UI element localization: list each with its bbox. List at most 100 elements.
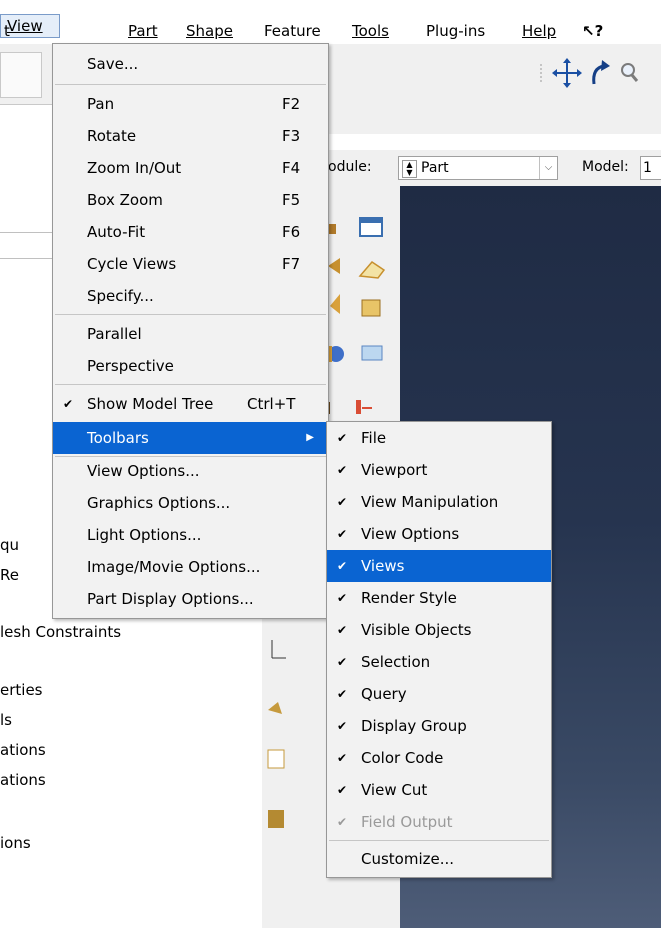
toolbar-item-color-code[interactable]: ✔ Color Code (327, 742, 551, 774)
menu-help[interactable]: Help (522, 20, 556, 42)
toolbar-item-query[interactable]: ✔ Query (327, 678, 551, 710)
tree-item[interactable]: lesh Constraints (0, 623, 121, 641)
tree-item[interactable]: Re (0, 566, 19, 584)
divider (0, 258, 52, 259)
checkmark-icon: ✔ (337, 495, 348, 509)
whats-this-button[interactable]: ↖? (582, 20, 603, 42)
checkmark-icon: ✔ (337, 751, 348, 765)
cut-icon[interactable] (268, 810, 284, 828)
menu-item-zoom[interactable]: Zoom In/Out F4 (53, 152, 328, 184)
module-select[interactable]: ▲ ▼ Part ⌵ (398, 156, 558, 180)
submenu-arrow-icon: ▶ (306, 432, 314, 443)
menu-item-show-model-tree[interactable]: ✔ Show Model Tree Ctrl+T (53, 388, 328, 420)
menu-item-rotate[interactable]: Rotate F3 (53, 120, 328, 152)
menu-item-perspective[interactable]: Perspective (53, 350, 328, 382)
menu-item-parallel[interactable]: Parallel (53, 318, 328, 350)
axis-icon[interactable] (271, 640, 286, 659)
menu-item-shortcut: F3 (282, 127, 301, 145)
toolbar-item-field-output: ✔ Field Output (327, 806, 551, 838)
menu-item-label: Render Style (361, 589, 457, 607)
mirror-icon[interactable] (361, 345, 383, 361)
menu-item-label: Toolbars (87, 429, 149, 447)
tree-item[interactable]: ions (0, 834, 31, 852)
toolbar-item-view-manipulation[interactable]: ✔ View Manipulation (327, 486, 551, 518)
toolbar-item-render-style[interactable]: ✔ Render Style (327, 582, 551, 614)
tree-item[interactable]: ations (0, 741, 46, 759)
toolbar-item-display-group[interactable]: ✔ Display Group (327, 710, 551, 742)
revolve-solid-icon[interactable] (330, 294, 340, 314)
model-select[interactable]: 1 (640, 156, 661, 180)
rotate-icon[interactable] (592, 60, 610, 85)
menu-item-part-display-options[interactable]: Part Display Options... (53, 583, 328, 615)
checkmark-icon: ✔ (337, 687, 348, 701)
menu-item-pan[interactable]: Pan F2 (53, 88, 328, 120)
zoom-icon[interactable] (621, 63, 639, 82)
menu-plugins[interactable]: Plug-ins (426, 20, 485, 42)
menu-item-toolbars[interactable]: Toolbars ▶ (53, 422, 328, 454)
datum-icon[interactable] (356, 400, 372, 414)
checkmark-icon: ✔ (337, 527, 348, 541)
menu-item-view-options[interactable]: View Options... (53, 455, 328, 487)
menu-item-shortcut: F5 (282, 191, 301, 209)
checkmark-icon: ✔ (63, 397, 74, 411)
menu-item-specify[interactable]: Specify... (53, 280, 328, 312)
toolbar-item-visible-objects[interactable]: ✔ Visible Objects (327, 614, 551, 646)
menu-tools[interactable]: Tools (352, 20, 389, 42)
module-spin-icon[interactable]: ▲ ▼ (402, 160, 417, 178)
menu-separator (55, 384, 326, 385)
side-icons (267, 640, 286, 828)
module-value: Part (421, 160, 449, 176)
wire-icon[interactable] (268, 702, 282, 714)
menu-separator (55, 314, 326, 315)
checkmark-icon: ✔ (337, 559, 348, 573)
menu-separator (329, 840, 549, 841)
sweep-shell-icon[interactable] (361, 299, 381, 317)
menu-item-graphics-options[interactable]: Graphics Options... (53, 487, 328, 519)
extrude-solid-icon[interactable] (328, 258, 340, 274)
chevron-down-icon[interactable]: ⌵ (539, 157, 557, 179)
toolbar-item-customize[interactable]: Customize... (327, 843, 551, 875)
menu-shape[interactable]: Shape (186, 20, 233, 42)
menu-help-label: Help (522, 22, 557, 40)
menu-item-cycle-views[interactable]: Cycle Views F7 (53, 248, 328, 280)
toolbar-item-viewport[interactable]: ✔ Viewport (327, 454, 551, 486)
menu-item-label: View Options... (87, 462, 200, 480)
toolbar-item-view-cut[interactable]: ✔ View Cut (327, 774, 551, 806)
left-toolbar-strip (0, 44, 52, 105)
menu-item-shortcut: F2 (282, 95, 301, 113)
toolbar-item-views[interactable]: ✔ Views (327, 550, 551, 582)
part-manager-icon[interactable] (359, 217, 383, 237)
menu-item-label: Specify... (87, 287, 154, 305)
menu-feature[interactable]: Feature (264, 20, 321, 42)
menu-edit-partial[interactable]: t (4, 20, 10, 42)
checkmark-icon: ✔ (337, 655, 348, 669)
feature-manager-icon[interactable] (267, 749, 285, 769)
menu-item-auto-fit[interactable]: Auto-Fit F6 (53, 216, 328, 248)
tree-item[interactable]: ls (0, 711, 12, 729)
menu-view-label: View (7, 17, 43, 35)
checkmark-icon: ✔ (337, 783, 348, 797)
toolbar-item-file[interactable]: ✔ File (327, 422, 551, 454)
toolbar-item-selection[interactable]: ✔ Selection (327, 646, 551, 678)
pan-icon[interactable] (552, 58, 582, 88)
tree-item[interactable]: qu (0, 536, 19, 554)
tree-item[interactable]: erties (0, 681, 43, 699)
menu-item-label: Part Display Options... (87, 590, 254, 608)
menu-tools-label: Tools (352, 22, 389, 40)
menu-item-label: Light Options... (87, 526, 202, 544)
menu-item-image-movie-options[interactable]: Image/Movie Options... (53, 551, 328, 583)
menu-item-label: Color Code (361, 749, 444, 767)
menu-item-label: Show Model Tree (87, 395, 214, 413)
tree-item[interactable]: ations (0, 771, 46, 789)
checkmark-icon: ✔ (337, 719, 348, 733)
menu-item-box-zoom[interactable]: Box Zoom F5 (53, 184, 328, 216)
menu-part[interactable]: Part (128, 20, 158, 42)
menu-item-light-options[interactable]: Light Options... (53, 519, 328, 551)
extrude-shell-icon[interactable] (358, 261, 386, 279)
menu-item-save[interactable]: Save... (53, 48, 328, 80)
menu-item-label: Viewport (361, 461, 428, 479)
toolbar-item-view-options[interactable]: ✔ View Options (327, 518, 551, 550)
menu-separator (55, 84, 326, 85)
checkmark-icon: ✔ (337, 463, 348, 477)
menu-item-shortcut: F4 (282, 159, 301, 177)
